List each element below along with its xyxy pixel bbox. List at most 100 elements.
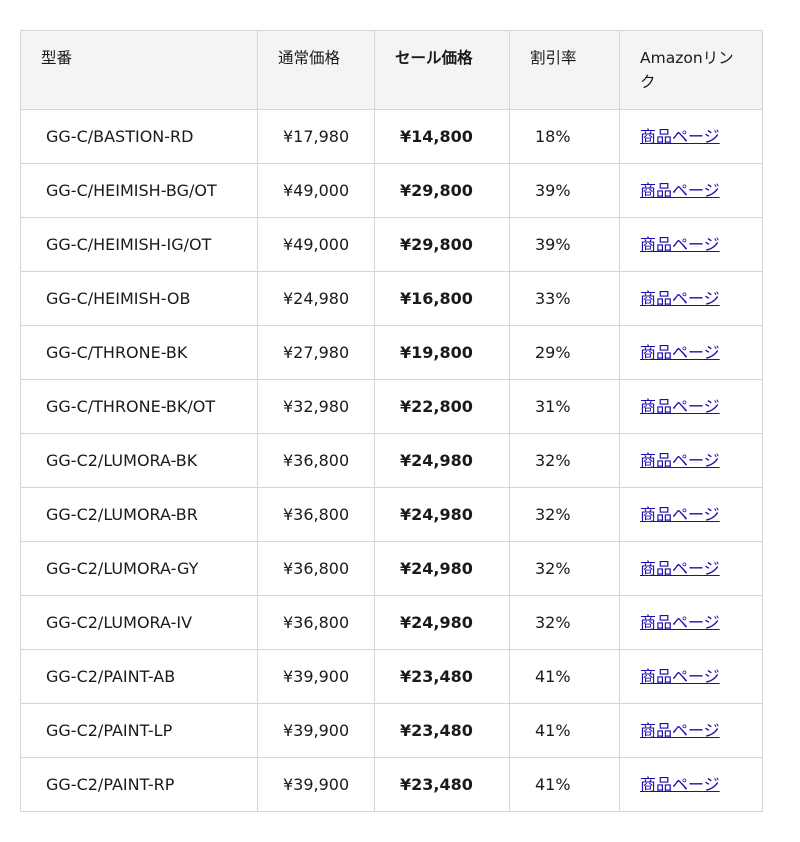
header-discount-rate: 割引率 bbox=[509, 30, 620, 110]
cell-sale-price: ¥24,980 bbox=[374, 433, 510, 488]
cell-regular-price: ¥27,980 bbox=[257, 325, 375, 380]
cell-discount-rate: 32% bbox=[509, 595, 620, 650]
cell-discount-rate: 39% bbox=[509, 163, 620, 218]
cell-regular-price: ¥24,980 bbox=[257, 271, 375, 326]
product-page-link[interactable]: 商品ページ bbox=[640, 667, 720, 686]
table-header-row: 型番 通常価格 セール価格 割引率 Amazonリンク bbox=[20, 30, 763, 110]
table-row: GG-C/HEIMISH-OB ¥24,980 ¥16,800 33% 商品ページ bbox=[20, 271, 763, 326]
cell-amazon-link: 商品ページ bbox=[619, 325, 763, 380]
product-page-link[interactable]: 商品ページ bbox=[640, 397, 720, 416]
product-page-link[interactable]: 商品ページ bbox=[640, 451, 720, 470]
header-regular-price: 通常価格 bbox=[257, 30, 375, 110]
table-row: GG-C2/LUMORA-BK ¥36,800 ¥24,980 32% 商品ページ bbox=[20, 433, 763, 488]
cell-discount-rate: 41% bbox=[509, 649, 620, 704]
cell-sale-price: ¥29,800 bbox=[374, 217, 510, 272]
product-page-link[interactable]: 商品ページ bbox=[640, 613, 720, 632]
table-row: GG-C2/PAINT-AB ¥39,900 ¥23,480 41% 商品ページ bbox=[20, 649, 763, 704]
cell-discount-rate: 41% bbox=[509, 757, 620, 812]
cell-amazon-link: 商品ページ bbox=[619, 109, 763, 164]
product-page-link[interactable]: 商品ページ bbox=[640, 181, 720, 200]
cell-regular-price: ¥36,800 bbox=[257, 541, 375, 596]
table-row: GG-C/THRONE-BK ¥27,980 ¥19,800 29% 商品ページ bbox=[20, 325, 763, 380]
cell-discount-rate: 29% bbox=[509, 325, 620, 380]
cell-model: GG-C/BASTION-RD bbox=[20, 109, 258, 164]
header-sale-price: セール価格 bbox=[374, 30, 510, 110]
cell-regular-price: ¥36,800 bbox=[257, 433, 375, 488]
product-page-link[interactable]: 商品ページ bbox=[640, 505, 720, 524]
cell-amazon-link: 商品ページ bbox=[619, 595, 763, 650]
cell-model: GG-C2/LUMORA-GY bbox=[20, 541, 258, 596]
table-row: GG-C2/PAINT-RP ¥39,900 ¥23,480 41% 商品ページ bbox=[20, 757, 763, 812]
cell-model: GG-C/HEIMISH-IG/OT bbox=[20, 217, 258, 272]
cell-discount-rate: 32% bbox=[509, 487, 620, 542]
price-table-container: 型番 通常価格 セール価格 割引率 Amazonリンク GG-C/BASTION… bbox=[20, 30, 763, 812]
cell-sale-price: ¥23,480 bbox=[374, 757, 510, 812]
cell-sale-price: ¥19,800 bbox=[374, 325, 510, 380]
cell-discount-rate: 18% bbox=[509, 109, 620, 164]
cell-amazon-link: 商品ページ bbox=[619, 217, 763, 272]
product-page-link[interactable]: 商品ページ bbox=[640, 343, 720, 362]
cell-amazon-link: 商品ページ bbox=[619, 487, 763, 542]
cell-model: GG-C/HEIMISH-BG/OT bbox=[20, 163, 258, 218]
table-row: GG-C/BASTION-RD ¥17,980 ¥14,800 18% 商品ページ bbox=[20, 109, 763, 164]
product-page-link[interactable]: 商品ページ bbox=[640, 559, 720, 578]
cell-discount-rate: 32% bbox=[509, 541, 620, 596]
table-row: GG-C2/LUMORA-GY ¥36,800 ¥24,980 32% 商品ページ bbox=[20, 541, 763, 596]
cell-regular-price: ¥49,000 bbox=[257, 163, 375, 218]
cell-sale-price: ¥22,800 bbox=[374, 379, 510, 434]
cell-amazon-link: 商品ページ bbox=[619, 433, 763, 488]
product-page-link[interactable]: 商品ページ bbox=[640, 721, 720, 740]
cell-model: GG-C2/LUMORA-BR bbox=[20, 487, 258, 542]
cell-sale-price: ¥23,480 bbox=[374, 649, 510, 704]
cell-amazon-link: 商品ページ bbox=[619, 541, 763, 596]
cell-sale-price: ¥23,480 bbox=[374, 703, 510, 758]
cell-model: GG-C/HEIMISH-OB bbox=[20, 271, 258, 326]
cell-model: GG-C/THRONE-BK/OT bbox=[20, 379, 258, 434]
cell-amazon-link: 商品ページ bbox=[619, 649, 763, 704]
cell-regular-price: ¥49,000 bbox=[257, 217, 375, 272]
cell-model: GG-C2/PAINT-LP bbox=[20, 703, 258, 758]
cell-discount-rate: 32% bbox=[509, 433, 620, 488]
cell-sale-price: ¥16,800 bbox=[374, 271, 510, 326]
table-row: GG-C/HEIMISH-IG/OT ¥49,000 ¥29,800 39% 商品ページ bbox=[20, 217, 763, 272]
cell-model: GG-C2/LUMORA-BK bbox=[20, 433, 258, 488]
product-page-link[interactable]: 商品ページ bbox=[640, 127, 720, 146]
price-table: 型番 通常価格 セール価格 割引率 Amazonリンク GG-C/BASTION… bbox=[20, 30, 763, 812]
cell-model: GG-C2/LUMORA-IV bbox=[20, 595, 258, 650]
cell-amazon-link: 商品ページ bbox=[619, 703, 763, 758]
cell-discount-rate: 33% bbox=[509, 271, 620, 326]
product-page-link[interactable]: 商品ページ bbox=[640, 775, 720, 794]
table-body: GG-C/BASTION-RD ¥17,980 ¥14,800 18% 商品ページ GG-… bbox=[20, 109, 763, 812]
product-page-link[interactable]: 商品ページ bbox=[640, 235, 720, 254]
cell-sale-price: ¥24,980 bbox=[374, 487, 510, 542]
cell-discount-rate: 41% bbox=[509, 703, 620, 758]
cell-regular-price: ¥39,900 bbox=[257, 649, 375, 704]
cell-model: GG-C2/PAINT-RP bbox=[20, 757, 258, 812]
cell-amazon-link: 商品ページ bbox=[619, 379, 763, 434]
cell-model: GG-C2/PAINT-AB bbox=[20, 649, 258, 704]
table-row: GG-C2/LUMORA-BR ¥36,800 ¥24,980 32% 商品ページ bbox=[20, 487, 763, 542]
header-amazon-link: Amazonリンク bbox=[619, 30, 763, 110]
cell-sale-price: ¥24,980 bbox=[374, 595, 510, 650]
cell-regular-price: ¥36,800 bbox=[257, 595, 375, 650]
cell-sale-price: ¥29,800 bbox=[374, 163, 510, 218]
cell-discount-rate: 31% bbox=[509, 379, 620, 434]
table-row: GG-C/HEIMISH-BG/OT ¥49,000 ¥29,800 39% 商品ページ bbox=[20, 163, 763, 218]
cell-regular-price: ¥17,980 bbox=[257, 109, 375, 164]
table-row: GG-C/THRONE-BK/OT ¥32,980 ¥22,800 31% 商品ページ bbox=[20, 379, 763, 434]
cell-sale-price: ¥14,800 bbox=[374, 109, 510, 164]
cell-amazon-link: 商品ページ bbox=[619, 757, 763, 812]
cell-regular-price: ¥32,980 bbox=[257, 379, 375, 434]
header-model: 型番 bbox=[20, 30, 258, 110]
cell-regular-price: ¥39,900 bbox=[257, 757, 375, 812]
table-row: GG-C2/PAINT-LP ¥39,900 ¥23,480 41% 商品ページ bbox=[20, 703, 763, 758]
cell-regular-price: ¥39,900 bbox=[257, 703, 375, 758]
cell-sale-price: ¥24,980 bbox=[374, 541, 510, 596]
cell-regular-price: ¥36,800 bbox=[257, 487, 375, 542]
cell-amazon-link: 商品ページ bbox=[619, 163, 763, 218]
cell-model: GG-C/THRONE-BK bbox=[20, 325, 258, 380]
table-row: GG-C2/LUMORA-IV ¥36,800 ¥24,980 32% 商品ページ bbox=[20, 595, 763, 650]
product-page-link[interactable]: 商品ページ bbox=[640, 289, 720, 308]
cell-discount-rate: 39% bbox=[509, 217, 620, 272]
cell-amazon-link: 商品ページ bbox=[619, 271, 763, 326]
